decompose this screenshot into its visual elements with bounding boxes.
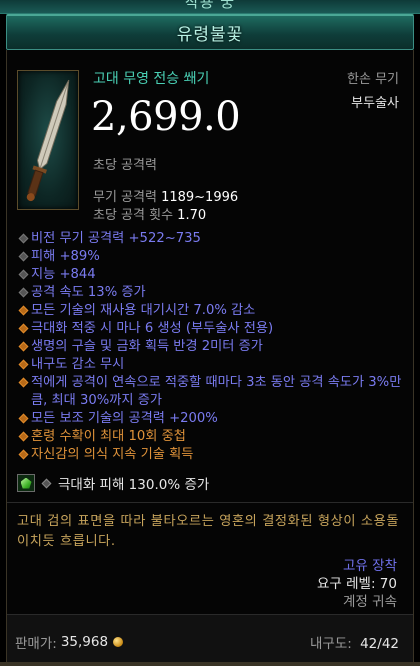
item-icon-frame bbox=[17, 70, 79, 210]
property-line: 극대화 적중 시 마나 6 생성 (부두술사 전용) bbox=[17, 320, 409, 338]
dagger-icon bbox=[26, 79, 70, 202]
bullet-icon bbox=[18, 413, 29, 424]
green-gem-icon bbox=[17, 474, 35, 492]
dps-value: 2,699.0 bbox=[91, 94, 241, 140]
bullet-icon bbox=[18, 287, 29, 298]
top-header-strip: 작용 궁 bbox=[0, 0, 420, 14]
rarity-slot: 고유 장착 bbox=[343, 558, 397, 574]
gem-socket: 극대화 피해 130.0% 증가 bbox=[17, 473, 209, 493]
class-requirement: 부두술사 bbox=[351, 96, 399, 111]
item-title-bar: 유령불꽃 bbox=[6, 14, 414, 50]
bullet-icon bbox=[18, 269, 29, 280]
bullet-icon bbox=[41, 478, 52, 488]
legendary-property-line: 자신감의 의식 지속 기술 획득 bbox=[17, 446, 409, 464]
property-line: 생명의 구슬 및 금화 획득 반경 2미터 증가 bbox=[17, 338, 409, 356]
divider bbox=[7, 502, 413, 503]
property-line: 지능 +844 bbox=[17, 266, 409, 284]
weapon-damage-value: 1189~1996 bbox=[161, 190, 239, 205]
socket-bonus: 극대화 피해 130.0% 증가 bbox=[58, 477, 210, 493]
required-level: 요구 레벨: 70 bbox=[317, 576, 397, 592]
property-list: 비전 무기 공격력 +522~735 피해 +89% 지능 +844 공격 속도… bbox=[17, 230, 409, 464]
bullet-icon bbox=[18, 377, 29, 388]
top-header-text: 작용 궁 bbox=[184, 0, 236, 11]
property-line: 적에게 공격이 연속으로 적중할 때마다 3초 동안 공격 속도가 3%만큼, … bbox=[17, 374, 409, 410]
bullet-icon bbox=[18, 305, 29, 316]
bullet-icon bbox=[18, 431, 29, 442]
sell-label: 판매가: bbox=[15, 636, 57, 652]
weapon-damage-label: 무기 공격력 bbox=[93, 190, 157, 205]
bottom-border bbox=[0, 662, 420, 666]
item-type: 고대 무영 전승 쐐기 bbox=[93, 71, 210, 87]
item-tooltip-panel: 고대 무영 전승 쐐기 한손 무기 부두술사 2,699.0 초당 공격력 무기… bbox=[6, 50, 414, 662]
bullet-icon bbox=[18, 233, 29, 244]
bullet-icon bbox=[18, 251, 29, 262]
item-category: 한손 무기 bbox=[347, 72, 399, 87]
property-line: 피해 +89% bbox=[17, 248, 409, 266]
property-line: 모든 보조 기술의 공격력 +200% bbox=[17, 410, 409, 428]
durability: 내구도: 42/42 bbox=[310, 632, 399, 652]
bullet-icon bbox=[18, 323, 29, 334]
durability-value: 42/42 bbox=[360, 636, 399, 652]
dps-label: 초당 공격력 bbox=[93, 158, 157, 173]
bullet-icon bbox=[18, 359, 29, 370]
flavor-text: 고대 검의 표면을 따라 불타오르는 영혼의 결정화된 형상이 소용돌이치듯 흐… bbox=[17, 514, 400, 549]
durability-label: 내구도: bbox=[309, 636, 352, 652]
account-bound: 계정 귀속 bbox=[343, 594, 397, 610]
bullet-icon bbox=[18, 449, 29, 460]
item-name: 유령불꽃 bbox=[176, 25, 244, 45]
sell-price: 판매가: 35,968 bbox=[15, 632, 124, 652]
attack-speed-value: 1.70 bbox=[177, 208, 207, 223]
property-line: 공격 속도 13% 증가 bbox=[17, 284, 409, 302]
property-line: 모든 기술의 재사용 대기시간 7.0% 감소 bbox=[17, 302, 409, 320]
legendary-property-line: 혼령 수확이 최대 10회 중첩 bbox=[17, 428, 409, 446]
sell-value: 35,968 bbox=[60, 634, 109, 650]
attack-speed-stat: 초당 공격 횟수 1.70 bbox=[93, 204, 206, 223]
tooltip-footer: 판매가: 35,968 내구도: 42/42 bbox=[7, 614, 413, 662]
property-line: 내구도 감소 무시 bbox=[17, 356, 409, 374]
property-line: 비전 무기 공격력 +522~735 bbox=[17, 230, 409, 248]
gold-coin-icon bbox=[113, 637, 124, 647]
bullet-icon bbox=[18, 341, 29, 352]
weapon-damage-stat: 무기 공격력 1189~1996 bbox=[93, 186, 238, 205]
attack-speed-label: 초당 공격 횟수 bbox=[93, 208, 174, 223]
